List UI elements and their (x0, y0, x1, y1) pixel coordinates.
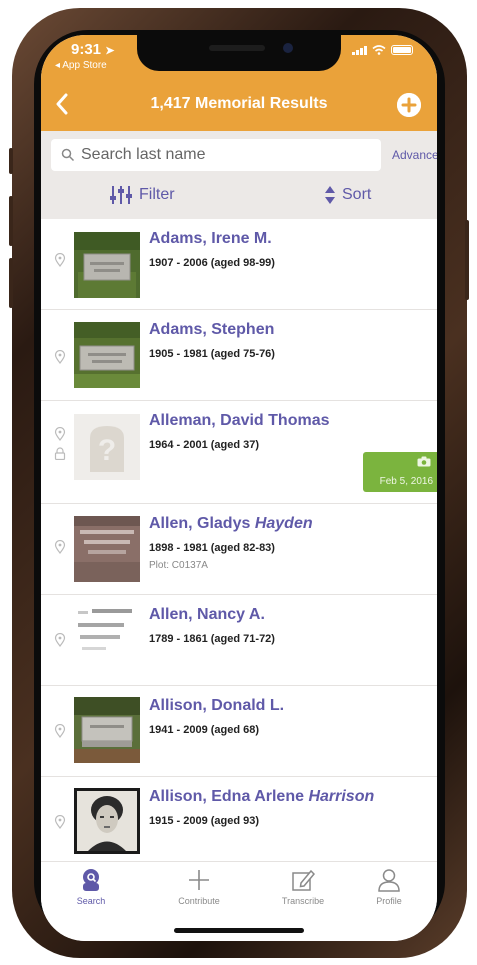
memorial-name[interactable]: Allen, Nancy A. (149, 606, 265, 624)
memorial-dates: 1941 - 2009 (aged 68) (149, 724, 260, 736)
tab-search[interactable]: Search (56, 868, 126, 906)
battery-icon (391, 45, 413, 55)
memorial-dates: 1964 - 2001 (aged 37) (149, 439, 260, 451)
front-camera (283, 43, 293, 53)
memorial-thumbnail: ? (74, 414, 140, 480)
status-time: 9:31 ➤ (71, 41, 114, 58)
tab-profile[interactable]: Profile (354, 868, 424, 906)
map-pin-icon (54, 540, 66, 554)
tab-profile-label: Profile (376, 896, 402, 906)
memorial-name[interactable]: Alleman, David Thomas (149, 412, 330, 430)
list-item[interactable]: Allen, Gladys Hayden 1898 - 1981 (aged 8… (41, 504, 437, 595)
memorial-name[interactable]: Allison, Edna Arlene Harrison (149, 788, 374, 806)
memorial-dates: 1789 - 1861 (aged 71-72) (149, 633, 275, 645)
sort-icon (325, 186, 335, 204)
camera-icon (417, 456, 431, 467)
memorial-thumbnail (74, 516, 140, 582)
status-icons (352, 45, 413, 55)
home-indicator[interactable] (174, 928, 304, 933)
location-arrow-icon: ➤ (105, 45, 115, 57)
list-item[interactable]: Adams, Irene M. 1907 - 2006 (aged 98-99) (41, 219, 437, 310)
headstone-photo (74, 697, 140, 763)
memorial-dates: 1898 - 1981 (aged 82-83) (149, 542, 275, 554)
edit-icon (292, 869, 315, 891)
filter-sliders-icon (110, 186, 132, 204)
plus-circle-icon (397, 93, 421, 117)
memorial-thumbnail (74, 697, 140, 763)
volume-up-button (9, 196, 13, 246)
sort-button[interactable]: Sort (324, 183, 371, 207)
no-photo-placeholder: ? (74, 414, 140, 480)
memorial-name[interactable]: Allen, Gladys Hayden (149, 515, 313, 533)
sort-label: Sort (342, 186, 372, 203)
signal-icon (352, 46, 367, 55)
list-item[interactable]: ? Alleman, David Thomas 1964 - 2001 (age… (41, 401, 437, 504)
list-item[interactable]: Adams, Stephen 1905 - 1981 (aged 75-76) (41, 310, 437, 401)
search-bar: Advanced Filter Sort (41, 131, 437, 219)
status-time-text: 9:31 (71, 41, 102, 58)
memorial-name[interactable]: Adams, Irene M. (149, 230, 272, 248)
headstone-photo (74, 232, 140, 298)
inscription-photo (74, 601, 140, 667)
notch (137, 35, 341, 71)
map-pin-icon (54, 427, 66, 441)
filter-label: Filter (139, 186, 175, 203)
list-item[interactable]: Allen, Nancy A. 1789 - 1861 (aged 71-72) (41, 595, 437, 686)
memorial-name[interactable]: Allison, Donald L. (149, 697, 284, 715)
volume-down-button (9, 258, 13, 308)
memorial-thumbnail (74, 232, 140, 298)
memorial-plot: Plot: C0137A (149, 560, 208, 571)
phone-screen: 9:31 ➤ ◂ App Store 1,417 Memorial Result… (41, 35, 437, 941)
tab-contribute-label: Contribute (178, 896, 220, 906)
memorial-dates: 1907 - 2006 (aged 98-99) (149, 257, 275, 269)
speaker (209, 45, 265, 51)
tab-transcribe[interactable]: Transcribe (268, 868, 338, 906)
map-pin-icon (54, 253, 66, 267)
map-pin-icon (54, 633, 66, 647)
results-list: Adams, Irene M. 1907 - 2006 (aged 98-99)… (41, 219, 437, 861)
add-memorial-button[interactable] (397, 93, 421, 117)
map-pin-icon (54, 350, 66, 364)
memorial-thumbnail (74, 788, 140, 854)
search-icon (61, 148, 75, 162)
memorial-thumbnail (74, 322, 140, 388)
search-person-icon (83, 869, 99, 891)
tab-search-label: Search (76, 896, 106, 906)
plus-icon (189, 870, 209, 890)
person-icon (378, 869, 400, 892)
advanced-search-link[interactable]: Advanced (392, 148, 437, 162)
lock-icon (54, 447, 66, 460)
photo-request-date: Feb 5, 2016 (379, 476, 433, 487)
memorial-thumbnail (74, 601, 140, 667)
tab-transcribe-label: Transcribe (281, 896, 325, 906)
svg-text:?: ? (98, 434, 116, 467)
tab-contribute[interactable]: Contribute (164, 868, 234, 906)
photo-request-badge[interactable]: Feb 5, 2016 (363, 452, 437, 492)
list-item[interactable]: Allison, Donald L. 1941 - 2009 (aged 68) (41, 686, 437, 777)
list-item[interactable]: Allison, Edna Arlene Harrison 1915 - 200… (41, 777, 437, 861)
headstone-photo (74, 322, 140, 388)
mute-switch (9, 148, 13, 174)
page-title: 1,417 Memorial Results (150, 95, 328, 112)
memorial-dates: 1905 - 1981 (aged 75-76) (149, 348, 275, 360)
wifi-icon (372, 45, 386, 55)
map-pin-icon (54, 724, 66, 738)
back-to-app-store[interactable]: ◂ App Store (55, 60, 107, 71)
memorial-dates: 1915 - 2009 (aged 93) (149, 815, 260, 827)
memorial-name[interactable]: Adams, Stephen (149, 321, 274, 339)
engraved-stone-photo (74, 516, 140, 582)
search-input[interactable] (81, 139, 371, 171)
portrait-photo (74, 788, 140, 854)
filter-button[interactable]: Filter (109, 183, 175, 207)
power-button (465, 220, 469, 300)
search-box (51, 139, 381, 171)
map-pin-icon (54, 815, 66, 829)
